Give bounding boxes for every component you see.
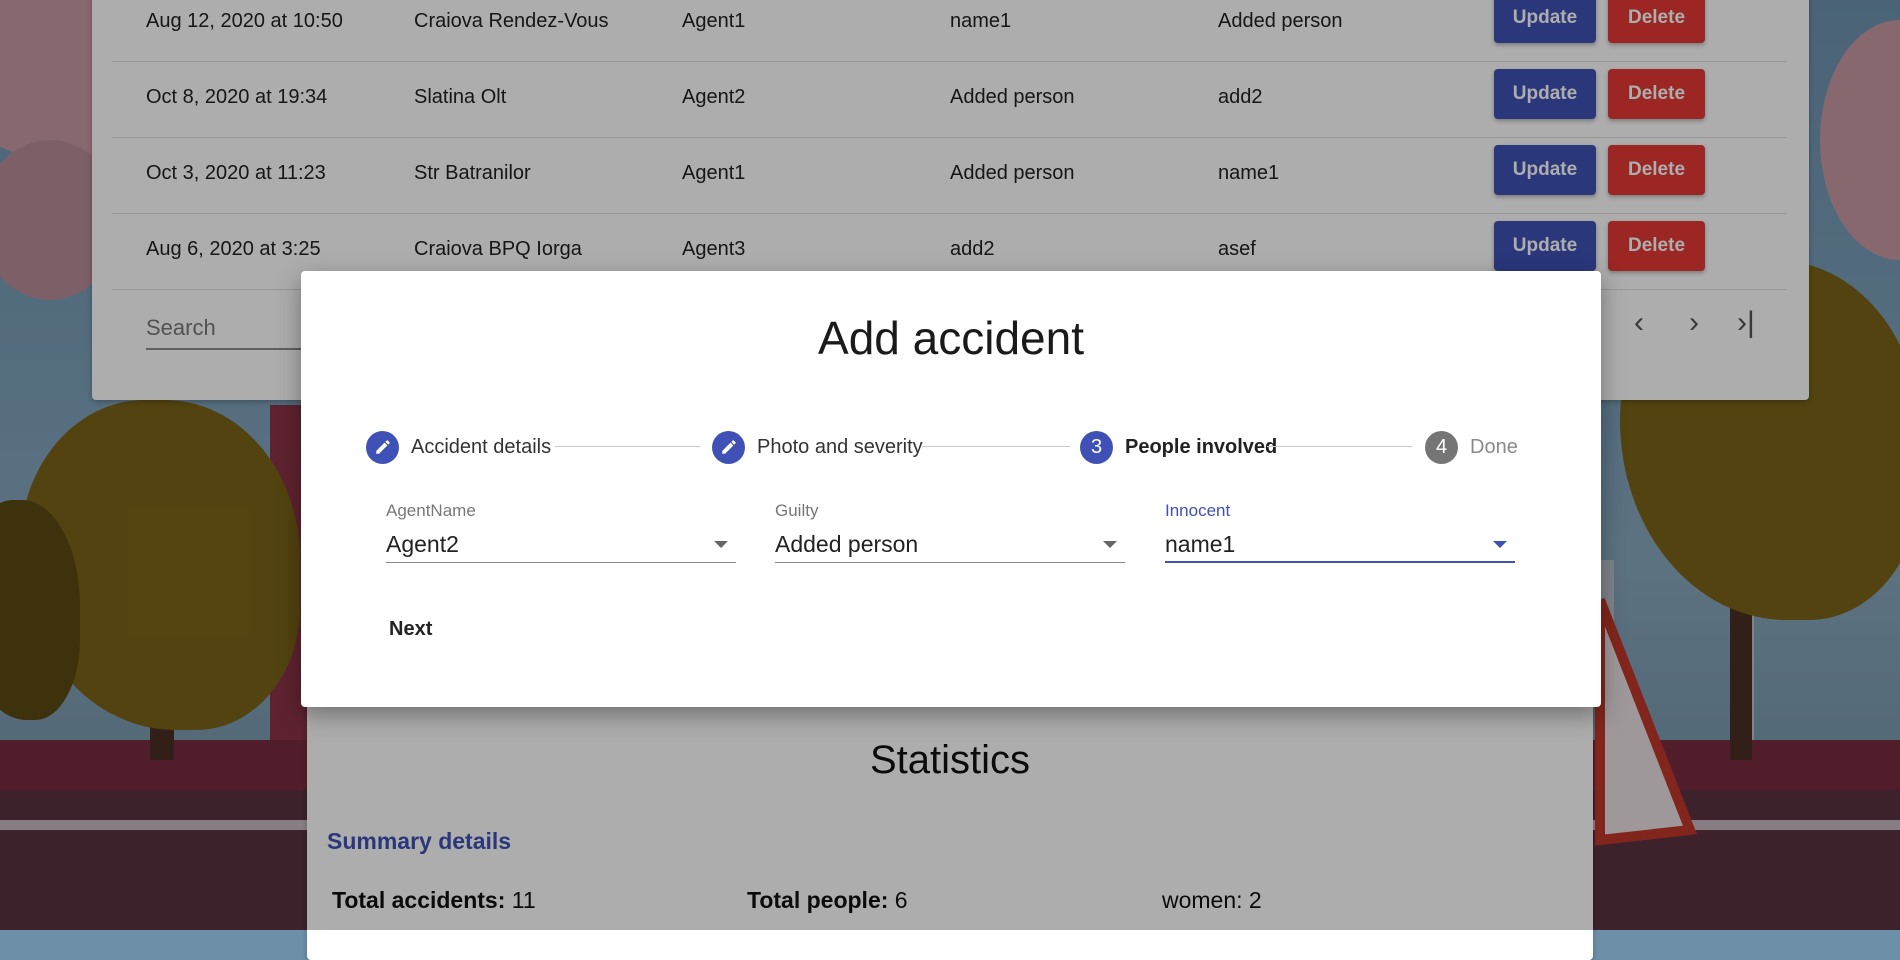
agent-name-value: Agent2 (386, 531, 459, 557)
dialog-title: Add accident (818, 312, 1084, 364)
step-label: Accident details (411, 435, 552, 458)
innocent-select[interactable]: Innocent name1 (1165, 501, 1515, 563)
next-button[interactable]: Next (379, 614, 442, 645)
add-accident-dialog: Add accident Accident details Photo and … (301, 271, 1601, 707)
step-accident-details[interactable]: Accident details (366, 429, 551, 465)
guilty-value: Added person (775, 531, 919, 557)
step-connector (1267, 446, 1412, 447)
innocent-label: Innocent (1165, 501, 1231, 520)
dropdown-arrow-icon (1493, 541, 1507, 548)
step-number-badge: 3 (1080, 430, 1113, 464)
dropdown-arrow-icon (1103, 541, 1117, 548)
step-people-involved[interactable]: 3 People involved (1080, 429, 1277, 465)
step-label: Photo and severity (757, 435, 923, 458)
agent-name-label: AgentName (386, 501, 476, 520)
step-connector (922, 446, 1070, 447)
dropdown-arrow-icon (714, 541, 728, 548)
pencil-icon (712, 430, 745, 464)
step-photo-and-severity[interactable]: Photo and severity (712, 429, 923, 465)
guilty-label: Guilty (775, 501, 819, 520)
guilty-select[interactable]: Guilty Added person (775, 501, 1125, 563)
step-label: Done (1470, 435, 1518, 458)
pencil-icon (366, 430, 399, 464)
step-number-badge: 4 (1425, 430, 1458, 464)
innocent-value: name1 (1165, 531, 1236, 557)
step-done[interactable]: 4 Done (1425, 429, 1518, 465)
agent-name-select[interactable]: AgentName Agent2 (386, 501, 736, 563)
step-label: People involved (1125, 435, 1278, 458)
step-connector (555, 446, 700, 447)
